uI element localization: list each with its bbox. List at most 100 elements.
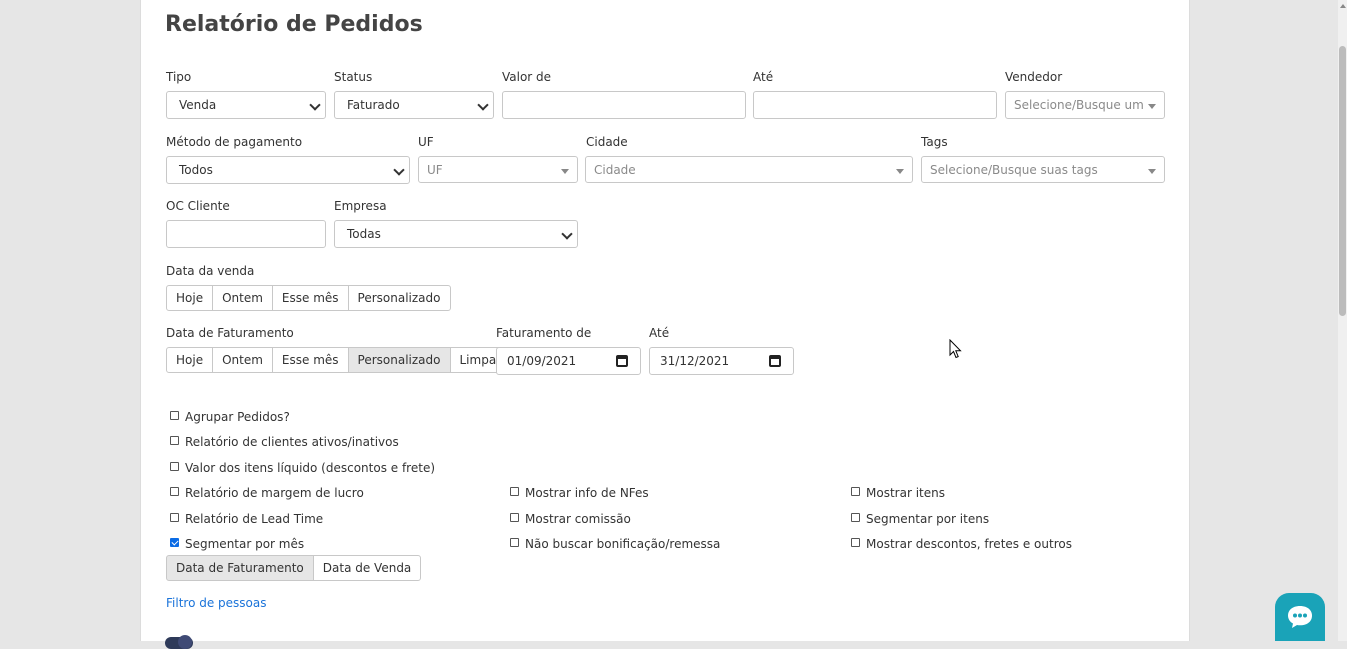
data-faturamento-label: Data de Faturamento <box>166 326 294 340</box>
lead-time-label: Relatório de Lead Time <box>185 512 324 526</box>
vendedor-select[interactable]: Selecione/Busque um vei <box>1005 91 1165 119</box>
status-label: Status <box>334 70 373 84</box>
tags-placeholder: Selecione/Busque suas tags <box>930 162 1098 177</box>
caret-down-icon <box>1148 169 1156 174</box>
tags-select[interactable]: Selecione/Busque suas tags <box>921 156 1165 183</box>
faturamento-de-date-input[interactable]: 01/09/2021 <box>496 347 641 375</box>
uf-placeholder: UF <box>427 162 443 177</box>
chevron-down-icon <box>309 99 321 111</box>
data-faturamento-ontem-button[interactable]: Ontem <box>212 347 273 373</box>
scrollbar-thumb[interactable] <box>1339 46 1346 316</box>
segmentar-itens-checkbox[interactable]: Segmentar por itens <box>851 512 989 526</box>
agrupar-pedidos-label: Agrupar Pedidos? <box>185 410 290 424</box>
vendedor-label: Vendedor <box>1005 70 1063 84</box>
status-value: Faturado <box>347 98 400 112</box>
checkbox-box[interactable] <box>851 513 860 522</box>
empresa-label: Empresa <box>334 199 387 213</box>
cidade-label: Cidade <box>586 135 628 149</box>
tags-label: Tags <box>921 135 948 149</box>
uf-label: UF <box>418 135 434 149</box>
scroll-up-arrow-icon[interactable] <box>1340 4 1346 8</box>
segment-type-buttons: Data de Faturamento Data de Venda <box>166 555 422 581</box>
info-nfes-checkbox[interactable]: Mostrar info de NFes <box>510 486 649 500</box>
checkbox-box[interactable] <box>510 487 519 496</box>
uf-select[interactable]: UF <box>418 156 578 183</box>
data-venda-label: Data da venda <box>166 264 255 278</box>
tipo-label: Tipo <box>166 70 192 84</box>
chat-widget-button[interactable] <box>1275 593 1325 641</box>
data-faturamento-esse-mes-button[interactable]: Esse mês <box>271 347 349 373</box>
calendar-icon[interactable] <box>769 355 781 367</box>
tipo-value: Venda <box>179 98 217 112</box>
faturamento-de-label: Faturamento de <box>496 326 592 340</box>
cidade-placeholder: Cidade <box>594 162 636 177</box>
valor-liquido-label: Valor dos itens líquido (descontos e fre… <box>185 461 436 475</box>
segmentar-mes-checkbox[interactable]: Segmentar por mês <box>170 537 304 551</box>
comissao-checkbox[interactable]: Mostrar comissão <box>510 512 631 526</box>
segment-data-faturamento-button[interactable]: Data de Faturamento <box>166 555 314 581</box>
checkbox-box[interactable] <box>170 487 179 496</box>
metodo-pagamento-value: Todos <box>179 163 213 177</box>
calendar-icon[interactable] <box>616 355 628 367</box>
oc-cliente-input[interactable] <box>166 220 326 248</box>
descontos-fretes-checkbox[interactable]: Mostrar descontos, fretes e outros <box>851 537 1072 551</box>
checkbox-box[interactable] <box>170 513 179 522</box>
ate-input[interactable] <box>753 91 997 119</box>
faturamento-ate-date-input[interactable]: 31/12/2021 <box>649 347 794 375</box>
page-scrollbar[interactable] <box>1338 0 1347 641</box>
report-panel: Relatório de Pedidos Tipo Venda Status F… <box>140 0 1190 649</box>
valor-de-input[interactable] <box>502 91 746 119</box>
faturamento-ate-label: Até <box>649 326 670 340</box>
checkbox-box[interactable] <box>851 538 860 547</box>
caret-down-icon <box>561 169 569 174</box>
segmentar-mes-label: Segmentar por mês <box>185 537 305 551</box>
metodo-pagamento-select[interactable]: Todos <box>166 156 410 184</box>
bonificacao-checkbox[interactable]: Não buscar bonificação/remessa <box>510 537 720 551</box>
clientes-ativos-label: Relatório de clientes ativos/inativos <box>185 435 399 449</box>
chevron-down-icon <box>561 228 573 240</box>
segment-data-venda-button[interactable]: Data de Venda <box>312 555 422 581</box>
segmentar-itens-label: Segmentar por itens <box>866 512 990 526</box>
checkbox-box[interactable] <box>510 538 519 547</box>
margem-lucro-checkbox[interactable]: Relatório de margem de lucro <box>170 486 364 500</box>
ate-label: Até <box>753 70 774 84</box>
cidade-select[interactable]: Cidade <box>585 156 913 183</box>
mostrar-itens-checkbox[interactable]: Mostrar itens <box>851 486 945 500</box>
descontos-fretes-label: Mostrar descontos, fretes e outros <box>866 537 1072 551</box>
mostrar-itens-label: Mostrar itens <box>866 486 945 500</box>
data-venda-esse-mes-button[interactable]: Esse mês <box>271 285 349 311</box>
valor-liquido-checkbox[interactable]: Valor dos itens líquido (descontos e fre… <box>170 461 435 475</box>
checkbox-box[interactable] <box>510 513 519 522</box>
empresa-select[interactable]: Todas <box>334 220 578 248</box>
checkbox-box[interactable] <box>851 487 860 496</box>
caret-down-icon <box>896 169 904 174</box>
status-select[interactable]: Faturado <box>334 91 494 119</box>
vendedor-placeholder: Selecione/Busque um vei <box>1014 98 1146 112</box>
comissao-label: Mostrar comissão <box>525 512 631 526</box>
caret-down-icon <box>1148 104 1156 109</box>
data-faturamento-hoje-button[interactable]: Hoje <box>166 347 214 373</box>
tipo-select[interactable]: Venda <box>166 91 326 119</box>
mouse-cursor-icon <box>949 339 962 359</box>
agrupar-pedidos-checkbox[interactable]: Agrupar Pedidos? <box>170 410 290 424</box>
data-venda-ontem-button[interactable]: Ontem <box>212 285 273 311</box>
data-venda-personalizado-button[interactable]: Personalizado <box>347 285 451 311</box>
bonificacao-label: Não buscar bonificação/remessa <box>525 537 721 551</box>
checkbox-box-checked[interactable] <box>170 538 179 547</box>
data-venda-hoje-button[interactable]: Hoje <box>166 285 214 311</box>
data-faturamento-personalizado-button[interactable]: Personalizado <box>347 347 451 373</box>
checkbox-box[interactable] <box>170 411 179 420</box>
toggle-switch[interactable] <box>165 635 193 649</box>
metodo-pagamento-label: Método de pagamento <box>166 135 303 149</box>
faturamento-ate-value: 31/12/2021 <box>660 354 730 368</box>
data-faturamento-buttons: Hoje Ontem Esse mês Personalizado Limpar <box>166 347 512 373</box>
page-title: Relatório de Pedidos <box>165 12 423 37</box>
clientes-ativos-checkbox[interactable]: Relatório de clientes ativos/inativos <box>170 435 399 449</box>
checkbox-box[interactable] <box>170 436 179 445</box>
empresa-value: Todas <box>347 227 381 241</box>
valor-de-label: Valor de <box>502 70 552 84</box>
filtro-pessoas-link[interactable]: Filtro de pessoas <box>166 596 267 610</box>
lead-time-checkbox[interactable]: Relatório de Lead Time <box>170 512 323 526</box>
faturamento-de-value: 01/09/2021 <box>507 354 577 368</box>
checkbox-box[interactable] <box>170 462 179 471</box>
